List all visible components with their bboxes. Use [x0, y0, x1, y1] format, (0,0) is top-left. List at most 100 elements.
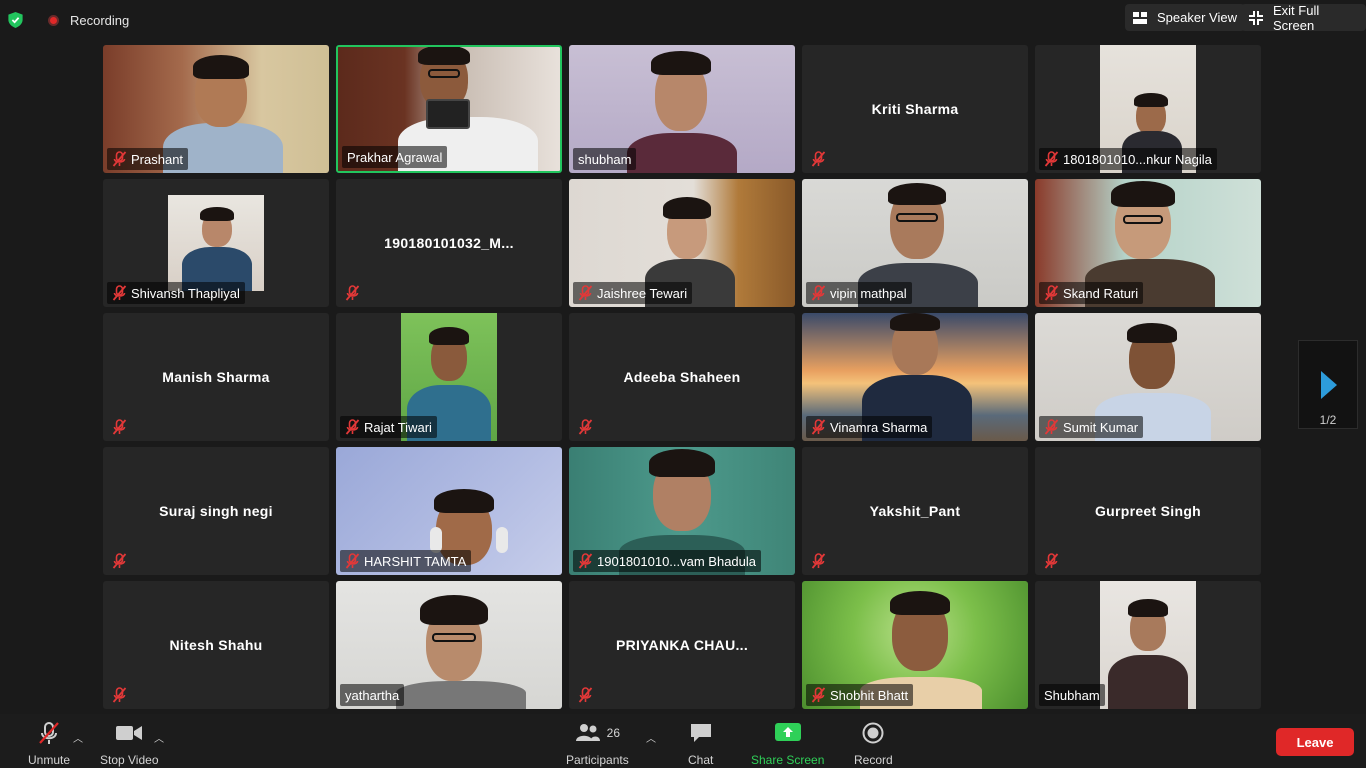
share-screen-icon [774, 723, 801, 741]
exit-fullscreen-icon [1249, 10, 1263, 25]
participant-tile-prashant[interactable]: Prashant [103, 45, 329, 173]
participants-button[interactable]: 26 Participants [566, 722, 629, 767]
mic-muted-icon [1044, 553, 1059, 569]
participant-tile-skand-raturi[interactable]: Skand Raturi [1035, 179, 1261, 307]
chevron-right-icon [1321, 371, 1337, 399]
unmute-label: Unmute [28, 753, 71, 767]
participant-tile-suraj-singh-negi[interactable]: Suraj singh negi [103, 447, 329, 575]
participant-nametag: Prakhar Agrawal [342, 146, 448, 168]
participant-tile-shubham-upper[interactable]: Shubham [1035, 581, 1261, 709]
record-label: Record [854, 753, 893, 767]
unmute-button[interactable]: Unmute [28, 722, 70, 767]
participant-name: Shobhit Bhatt [830, 687, 909, 703]
exit-fullscreen-button[interactable]: Exit Full Screen [1241, 2, 1366, 33]
top-bar: Recording Speaker View Exit Full Screen [0, 0, 1366, 40]
participant-nametag: Shubham [1039, 684, 1105, 706]
participant-tile-manish-sharma[interactable]: Manish Sharma [103, 313, 329, 441]
participants-options-caret-icon[interactable]: ︿ [646, 730, 656, 745]
participant-tile-prakhar-agrawal[interactable]: Prakhar Agrawal [336, 45, 562, 173]
participant-name-center: Gurpreet Singh [1094, 503, 1202, 519]
mic-muted-icon [112, 151, 127, 167]
participant-tile-rajat-tiwari[interactable]: Rajat Tiwari [336, 313, 562, 441]
participant-tile-gurpreet-singh[interactable]: Gurpreet Singh [1035, 447, 1261, 575]
participant-tile-vipin-mathpal[interactable]: vipin mathpal [802, 179, 1028, 307]
meeting-toolbar: Unmute ︿ Stop Video ︿ 26 Participants ︿ [0, 714, 1366, 768]
participant-name: Prakhar Agrawal [347, 149, 443, 165]
share-screen-label: Share Screen [751, 753, 825, 767]
participant-tile-jaishree-tewari[interactable]: Jaishree Tewari [569, 179, 795, 307]
participant-tile-adeeba-shaheen[interactable]: Adeeba Shaheen [569, 313, 795, 441]
speaker-view-label: Speaker View [1157, 10, 1237, 25]
stop-video-button[interactable]: Stop Video [100, 722, 159, 767]
mic-muted-icon [811, 285, 826, 301]
mic-muted-icon [578, 687, 593, 703]
participant-nametag: Sumit Kumar [1039, 416, 1144, 438]
next-page-button[interactable]: 1/2 [1298, 340, 1358, 429]
participant-tile-yakshit-pant[interactable]: Yakshit_Pant [802, 447, 1028, 575]
participant-name: vipin mathpal [830, 285, 907, 301]
audio-options-caret-icon[interactable]: ︿ [73, 730, 83, 745]
speaker-view-button[interactable]: Speaker View [1125, 4, 1245, 31]
participant-video [168, 195, 264, 291]
mic-muted-icon [578, 285, 593, 301]
participant-name-center: Manish Sharma [162, 369, 270, 385]
participant-nametag [1039, 550, 1064, 572]
participant-tile-shivam-bhadula[interactable]: 1901801010...vam Bhadula [569, 447, 795, 575]
participant-video [1100, 581, 1196, 709]
participant-tile-190180101032[interactable]: 190180101032_M... [336, 179, 562, 307]
participant-nametag [806, 550, 831, 572]
mic-muted-icon [811, 687, 826, 703]
participant-tile-shobhit-bhatt[interactable]: Shobhit Bhatt [802, 581, 1028, 709]
participant-tile-shivansh-thapliyal[interactable]: Shivansh Thapliyal [103, 179, 329, 307]
participant-name: shubham [578, 151, 632, 167]
participant-tile-sumit-kumar[interactable]: Sumit Kumar [1035, 313, 1261, 441]
participant-nametag: Jaishree Tewari [573, 282, 693, 304]
chat-label: Chat [688, 753, 714, 767]
participant-name: 1901801010...vam Bhadula [597, 553, 757, 569]
page-indicator: 1/2 [1319, 413, 1337, 427]
participant-tile-harshit-tamta[interactable]: HARSHIT TAMTA [336, 447, 562, 575]
chat-button[interactable]: Chat [688, 722, 713, 767]
participant-tile-priyanka-chau[interactable]: PRIYANKA CHAU... [569, 581, 795, 709]
participant-name-center: Suraj singh negi [159, 503, 273, 519]
mic-muted-icon [811, 419, 826, 435]
participant-nametag: 1901801010...vam Bhadula [573, 550, 762, 572]
participant-tile-shubham-lower[interactable]: shubham [569, 45, 795, 173]
record-button[interactable]: Record [854, 722, 893, 767]
participant-nametag: Rajat Tiwari [340, 416, 437, 438]
participant-tile-nitesh-shahu[interactable]: Nitesh Shahu [103, 581, 329, 709]
participant-name-center: Kriti Sharma [871, 101, 959, 117]
mic-muted-icon [112, 419, 127, 435]
share-screen-button[interactable]: Share Screen [751, 722, 824, 767]
participant-tile-kriti-sharma[interactable]: Kriti Sharma [802, 45, 1028, 173]
gallery-grid: Prashant Prakhar Agrawal shubham Kriti S… [103, 45, 1262, 709]
participant-name: Vinamra Sharma [830, 419, 928, 435]
mic-muted-icon [112, 687, 127, 703]
participant-name: Sumit Kumar [1063, 419, 1139, 435]
participants-count: 26 [606, 726, 621, 740]
exit-fullscreen-label: Exit Full Screen [1273, 2, 1320, 33]
participant-name-center: PRIYANKA CHAU... [615, 637, 749, 653]
mic-muted-icon [578, 553, 593, 569]
video-options-caret-icon[interactable]: ︿ [154, 730, 164, 745]
record-icon [862, 722, 884, 744]
participant-name-center: 190180101032_M... [384, 235, 514, 251]
participant-name-center: Nitesh Shahu [169, 637, 263, 653]
participant-nametag: shubham [573, 148, 637, 170]
recording-label[interactable]: Recording [70, 13, 129, 28]
participant-tile-vinamra-sharma[interactable]: Vinamra Sharma [802, 313, 1028, 441]
leave-button[interactable]: Leave [1276, 728, 1354, 756]
participant-name: 1801801010...nkur Nagila [1063, 151, 1212, 167]
participant-name: Shivansh Thapliyal [131, 285, 240, 301]
mic-muted-icon [345, 419, 360, 435]
participant-nametag: 1801801010...nkur Nagila [1039, 148, 1217, 170]
mic-muted-icon [811, 553, 826, 569]
participant-nametag [107, 684, 132, 706]
security-shield-icon[interactable] [8, 12, 23, 28]
participant-name: Prashant [131, 151, 184, 167]
participant-tile-yathartha[interactable]: yathartha [336, 581, 562, 709]
participant-name-center: Adeeba Shaheen [623, 369, 741, 385]
participant-nametag: vipin mathpal [806, 282, 912, 304]
participant-tile-ankur-nagila[interactable]: 1801801010...nkur Nagila [1035, 45, 1261, 173]
mic-muted-icon [112, 285, 127, 301]
